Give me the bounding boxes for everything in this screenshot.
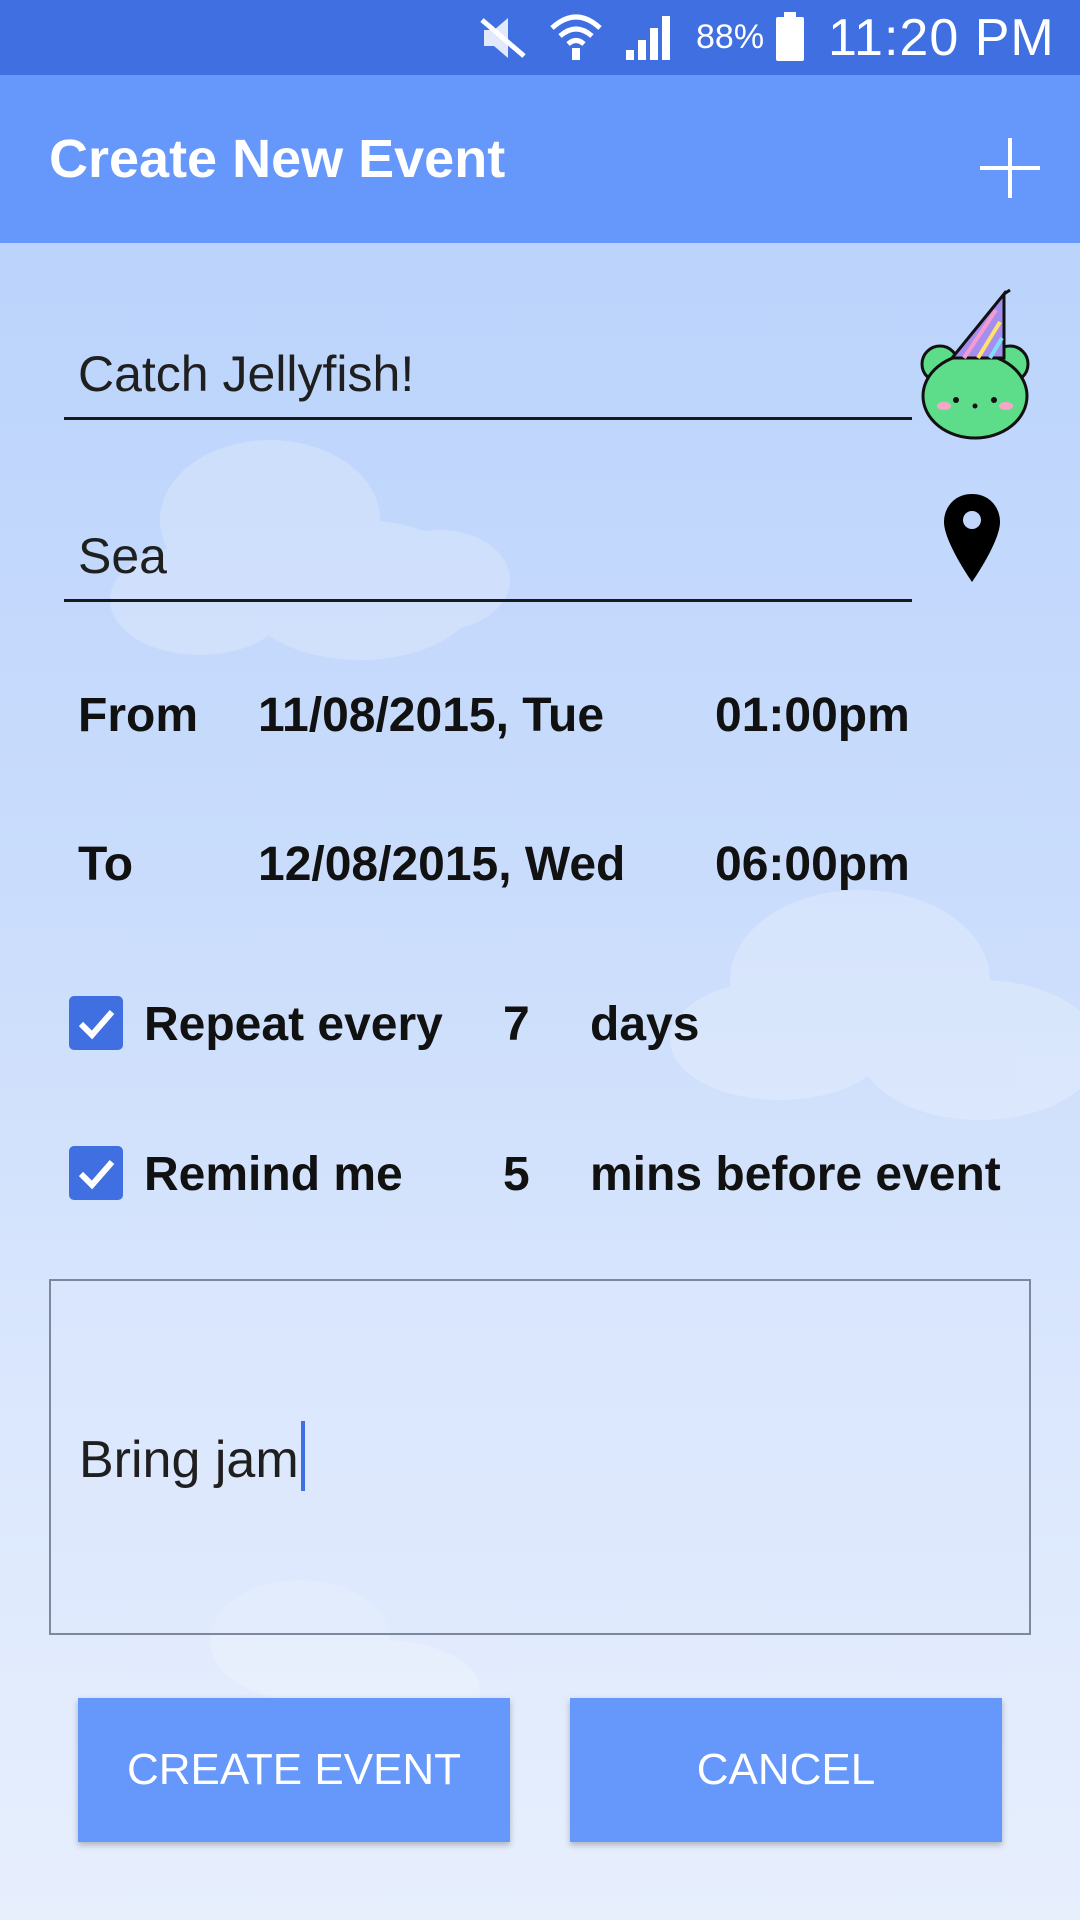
page-title: Create New Event	[49, 129, 506, 189]
from-date[interactable]: 11/08/2015, Tue	[258, 686, 604, 746]
status-clock: 11:20 PM	[828, 8, 1055, 67]
create-event-button[interactable]: CREATE EVENT	[78, 1698, 510, 1842]
notes-text-wrapper: Bring jam	[79, 1421, 305, 1491]
remind-checkbox[interactable]	[69, 1146, 123, 1200]
app-bar: Create New Event	[0, 75, 1080, 243]
repeat-checkbox[interactable]	[69, 996, 123, 1050]
status-bar: 88% 11:20 PM	[0, 0, 1080, 75]
event-name-input[interactable]	[64, 330, 912, 420]
text-cursor	[300, 1421, 305, 1491]
from-time[interactable]: 01:00pm	[715, 686, 910, 746]
to-time[interactable]: 06:00pm	[715, 835, 910, 895]
checkmark-icon	[78, 1010, 115, 1040]
to-label: To	[78, 838, 134, 891]
signal-icon	[626, 16, 670, 60]
plus-icon[interactable]	[970, 128, 1050, 208]
remind-minutes-value[interactable]: 5	[503, 1145, 530, 1205]
mute-icon	[480, 18, 526, 58]
repeat-unit: days	[590, 998, 700, 1051]
repeat-label: Repeat every	[144, 998, 443, 1051]
remind-label: Remind me	[144, 1148, 403, 1201]
notes-text: Bring jam	[79, 1431, 299, 1489]
cancel-button[interactable]: CANCEL	[570, 1698, 1002, 1842]
battery-percent: 88%	[696, 18, 765, 56]
notes-textarea[interactable]: Bring jam	[49, 1279, 1031, 1635]
from-label: From	[78, 689, 198, 742]
checkmark-icon	[78, 1160, 115, 1190]
frog-party-hat-icon[interactable]	[912, 286, 1040, 442]
wifi-icon	[550, 14, 602, 60]
location-input[interactable]	[64, 512, 912, 602]
battery-icon	[776, 12, 804, 61]
map-pin-icon[interactable]	[940, 490, 1004, 586]
to-date[interactable]: 12/08/2015, Wed	[258, 835, 625, 895]
repeat-interval-value[interactable]: 7	[503, 995, 530, 1055]
remind-unit: mins before event	[590, 1148, 1001, 1201]
